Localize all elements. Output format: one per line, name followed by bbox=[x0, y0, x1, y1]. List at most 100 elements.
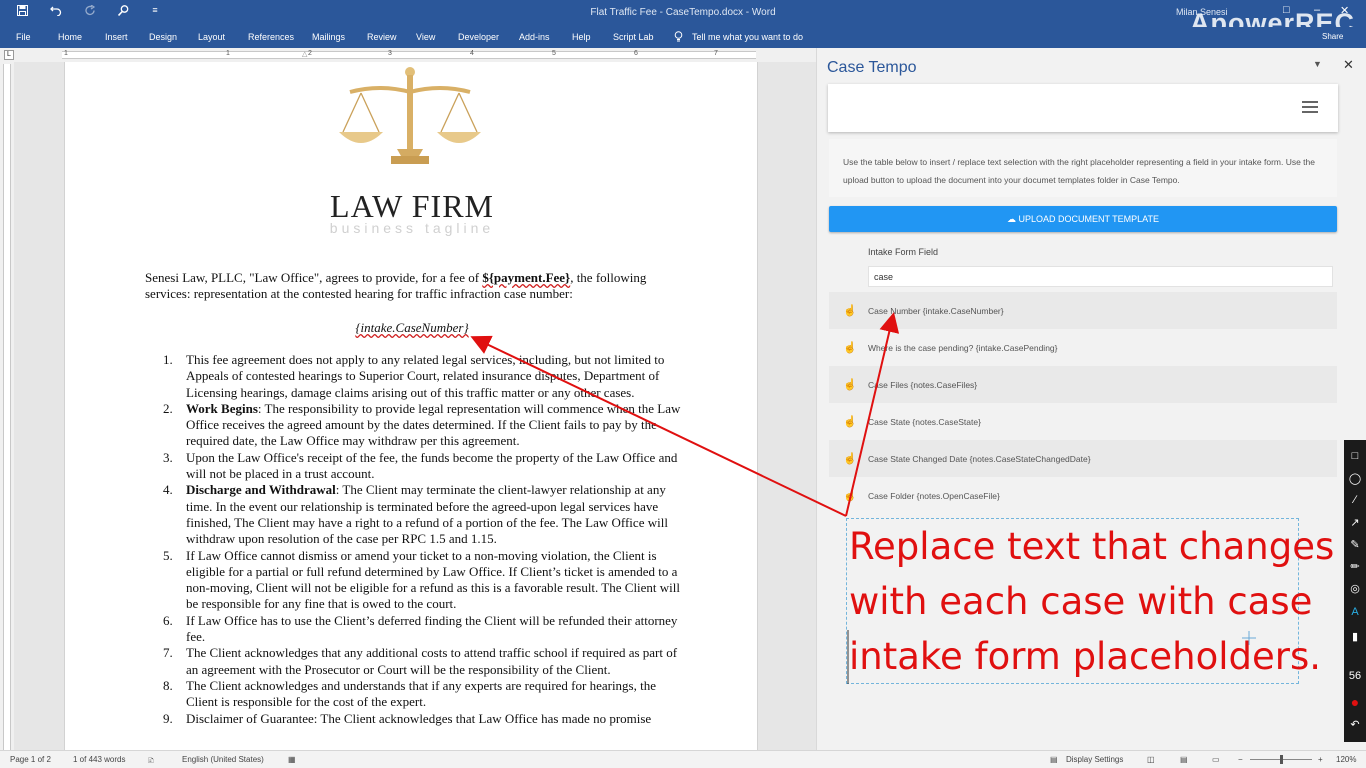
title-bar: ≡ Flat Traffic Fee - CaseTempo.docx - Wo… bbox=[0, 0, 1366, 38]
field-label: Case Number {intake.CaseNumber} bbox=[868, 306, 1004, 316]
lightbulb-icon bbox=[674, 31, 683, 44]
blur-icon[interactable]: ◎ bbox=[1344, 582, 1366, 595]
ruler-number: 7 bbox=[714, 50, 718, 57]
print-layout-icon[interactable]: ▤ bbox=[1180, 755, 1188, 764]
cloud-upload-icon: ☁ bbox=[1006, 214, 1016, 224]
window-title: Flat Traffic Fee - CaseTempo.docx - Word bbox=[590, 7, 776, 18]
highlighter-icon[interactable]: ✏ bbox=[1344, 560, 1366, 573]
arrow-icon[interactable]: ↗ bbox=[1344, 516, 1366, 529]
field-row[interactable]: ☝ Case Folder {notes.OpenCaseFile} bbox=[829, 477, 1337, 514]
field-row[interactable]: ☝ Where is the case pending? {intake.Cas… bbox=[829, 329, 1337, 366]
chevron-down-icon[interactable]: ▼ bbox=[1313, 59, 1322, 69]
pointer-icon: ☝ bbox=[843, 305, 857, 317]
firm-tagline: business tagline bbox=[329, 220, 495, 236]
ruler-number: 1 bbox=[226, 50, 230, 57]
ruler-number: 3 bbox=[388, 50, 392, 57]
tab-file[interactable]: File bbox=[16, 32, 31, 42]
field-row[interactable]: ☝ Case State {notes.CaseState} bbox=[829, 403, 1337, 440]
tab-insert[interactable]: Insert bbox=[105, 32, 128, 42]
word-count[interactable]: 1 of 443 words bbox=[73, 755, 125, 764]
list-item: 6. If Law Office has to use the Client’s … bbox=[163, 612, 678, 645]
document-page[interactable]: LAW FIRM business tagline Senesi Law, PL… bbox=[64, 62, 758, 750]
tab-add-ins[interactable]: Add-ins bbox=[519, 32, 550, 42]
pointer-icon: ☝ bbox=[843, 453, 857, 465]
pen-icon[interactable]: ✎ bbox=[1344, 538, 1366, 551]
rectangle-icon[interactable]: □ bbox=[1344, 450, 1366, 462]
ribbon-tabs: File Home Insert Design Layout Reference… bbox=[0, 27, 1366, 48]
field-label: Case State {notes.CaseState} bbox=[868, 417, 981, 427]
tab-view[interactable]: View bbox=[416, 32, 435, 42]
note-icon[interactable]: ▮ bbox=[1344, 630, 1366, 643]
field-row[interactable]: ☝ Case Files {notes.CaseFiles} bbox=[829, 366, 1337, 403]
tab-developer[interactable]: Developer bbox=[458, 32, 499, 42]
annotation-line: with each case with case bbox=[849, 580, 1313, 623]
ruler-number: 1 bbox=[64, 50, 68, 57]
share-button[interactable]: Share bbox=[1322, 32, 1343, 41]
tell-me-search[interactable]: Tell me what you want to do bbox=[692, 32, 803, 42]
list-item: 7. The Client acknowledges that any addit… bbox=[163, 645, 678, 677]
zoom-in-icon[interactable]: + bbox=[1318, 755, 1323, 764]
field-label: Case Files {notes.CaseFiles} bbox=[868, 380, 978, 390]
color-picker-icon[interactable]: ● bbox=[1344, 694, 1366, 710]
horizontal-ruler: L 1 △ 1 2 3 4 5 6 7 bbox=[0, 48, 816, 62]
language[interactable]: English (United States) bbox=[182, 755, 264, 764]
vertical-ruler bbox=[0, 62, 14, 750]
line-icon[interactable]: ∕ bbox=[1344, 494, 1366, 506]
ruler-number: 5 bbox=[552, 50, 556, 57]
display-settings-icon: ▤ bbox=[1050, 755, 1058, 764]
read-mode-icon[interactable]: ◫ bbox=[1147, 755, 1155, 764]
menu-icon[interactable] bbox=[1302, 101, 1318, 113]
fee-placeholder: ${payment.Fee} bbox=[482, 270, 571, 285]
annotation-line: intake form placeholders. bbox=[849, 635, 1321, 678]
list-item: 9. Disclaimer of Guarantee: The Client ac… bbox=[163, 710, 652, 726]
list-item: 5. If Law Office cannot dismiss or amend … bbox=[163, 547, 681, 612]
close-window-icon[interactable]: ✕ bbox=[1340, 4, 1349, 17]
minimize-icon[interactable]: – bbox=[1314, 4, 1320, 16]
field-row[interactable]: ☝ Case Number {intake.CaseNumber} bbox=[829, 292, 1337, 329]
intro-paragraph: Senesi Law, PLLC, "Law Office", agrees t… bbox=[145, 270, 647, 302]
list-item: 1. This fee agreement does not apply to a… bbox=[163, 352, 665, 400]
status-bar: Page 1 of 2 1 of 443 words 🗈 English (Un… bbox=[0, 750, 1366, 768]
upload-button-label: UPLOAD DOCUMENT TEMPLATE bbox=[1018, 214, 1160, 224]
tab-script-lab[interactable]: Script Lab bbox=[613, 32, 654, 42]
tab-references[interactable]: References bbox=[248, 32, 294, 42]
web-layout-icon[interactable]: ▭ bbox=[1212, 755, 1220, 764]
tab-home[interactable]: Home bbox=[58, 32, 82, 42]
column-header: Intake Form Field bbox=[868, 247, 939, 257]
display-settings[interactable]: Display Settings bbox=[1066, 755, 1123, 764]
zoom-slider-thumb[interactable] bbox=[1280, 755, 1283, 764]
macro-icon[interactable]: ▦ bbox=[288, 755, 296, 764]
field-filter-input[interactable] bbox=[868, 266, 1333, 287]
pointer-icon: ☝ bbox=[843, 342, 857, 354]
recorder-toolbar: □ ◯ ∕ ↗ ✎ ✏ ◎ A ▮ 56 ● ↶ bbox=[1344, 440, 1366, 742]
ruler-indent-marker[interactable]: △ bbox=[302, 50, 307, 58]
ellipse-icon[interactable]: ◯ bbox=[1344, 472, 1366, 485]
ribbon-display-icon[interactable]: □ bbox=[1283, 4, 1290, 16]
tab-mailings[interactable]: Mailings bbox=[312, 32, 345, 42]
pointer-icon: ☝ bbox=[843, 379, 857, 391]
ruler-number: 2 bbox=[308, 50, 312, 57]
tab-help[interactable]: Help bbox=[572, 32, 591, 42]
ruler-bar: 1 △ 1 2 3 4 5 6 7 bbox=[62, 50, 756, 59]
ruler-number: 6 bbox=[634, 50, 638, 57]
tab-review[interactable]: Review bbox=[367, 32, 397, 42]
page-count[interactable]: Page 1 of 2 bbox=[10, 755, 51, 764]
upload-template-button[interactable]: ☁ UPLOAD DOCUMENT TEMPLATE bbox=[829, 206, 1337, 232]
text-tool-icon[interactable]: A bbox=[1344, 606, 1366, 618]
pointer-icon: ☝ bbox=[843, 416, 857, 428]
list-item: 4. Discharge and Withdrawal: The Client m… bbox=[163, 482, 668, 547]
stroke-size-counter[interactable]: 56 bbox=[1344, 670, 1366, 682]
annotation-text-box[interactable]: Replace text that changes with each case… bbox=[846, 518, 1334, 684]
zoom-out-icon[interactable]: − bbox=[1238, 755, 1243, 764]
document-area[interactable]: LAW FIRM business tagline Senesi Law, PL… bbox=[14, 62, 816, 750]
field-row[interactable]: ☝ Case State Changed Date {notes.CaseSta… bbox=[829, 440, 1337, 477]
proofing-icon[interactable]: 🗈 bbox=[148, 755, 154, 768]
tab-selector[interactable]: L bbox=[4, 50, 14, 60]
zoom-level[interactable]: 120% bbox=[1336, 755, 1356, 764]
terms-list: 1. This fee agreement does not apply to a… bbox=[163, 352, 683, 727]
tab-design[interactable]: Design bbox=[149, 32, 177, 42]
tab-layout[interactable]: Layout bbox=[198, 32, 225, 42]
undo-annotation-icon[interactable]: ↶ bbox=[1344, 718, 1366, 731]
instructions-text: Use the table below to insert / replace … bbox=[843, 157, 1316, 185]
close-icon[interactable]: ✕ bbox=[1343, 57, 1354, 73]
